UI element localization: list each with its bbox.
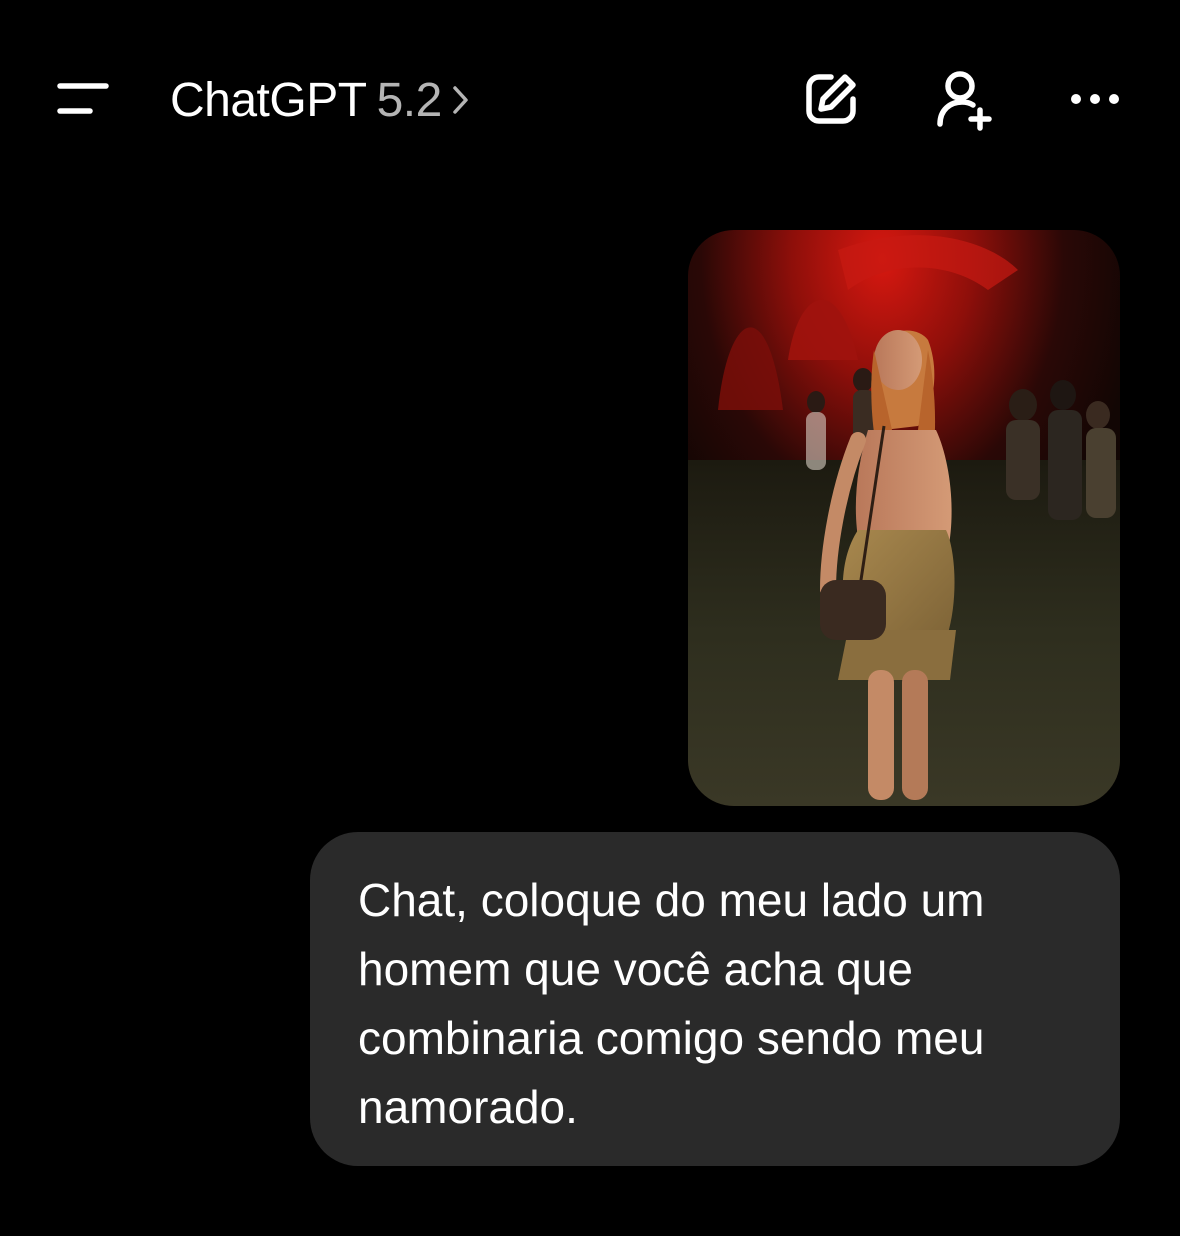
sidebar-menu-button[interactable]	[50, 70, 116, 128]
user-photo-attachment[interactable]	[688, 230, 1120, 806]
app-name: ChatGPT	[170, 73, 367, 127]
model-selector[interactable]: ChatGPT 5.2	[170, 70, 472, 130]
chevron-right-icon	[450, 82, 472, 118]
more-horizontal-icon	[1071, 94, 1119, 104]
add-user-icon	[937, 71, 992, 131]
add-people-button[interactable]	[928, 64, 998, 134]
new-chat-button[interactable]	[796, 64, 866, 134]
top-bar: ChatGPT 5.2	[0, 0, 1180, 200]
user-message-bubble[interactable]: Chat, coloque do meu lado um homem que v…	[310, 832, 1120, 1166]
photo-illustration	[688, 230, 1120, 806]
user-message-text: Chat, coloque do meu lado um homem que v…	[358, 874, 985, 1133]
model-version: 5.2	[376, 73, 443, 127]
edit-icon	[806, 74, 856, 124]
sidebar-menu-icon	[57, 83, 109, 114]
more-options-button[interactable]	[1060, 64, 1130, 134]
